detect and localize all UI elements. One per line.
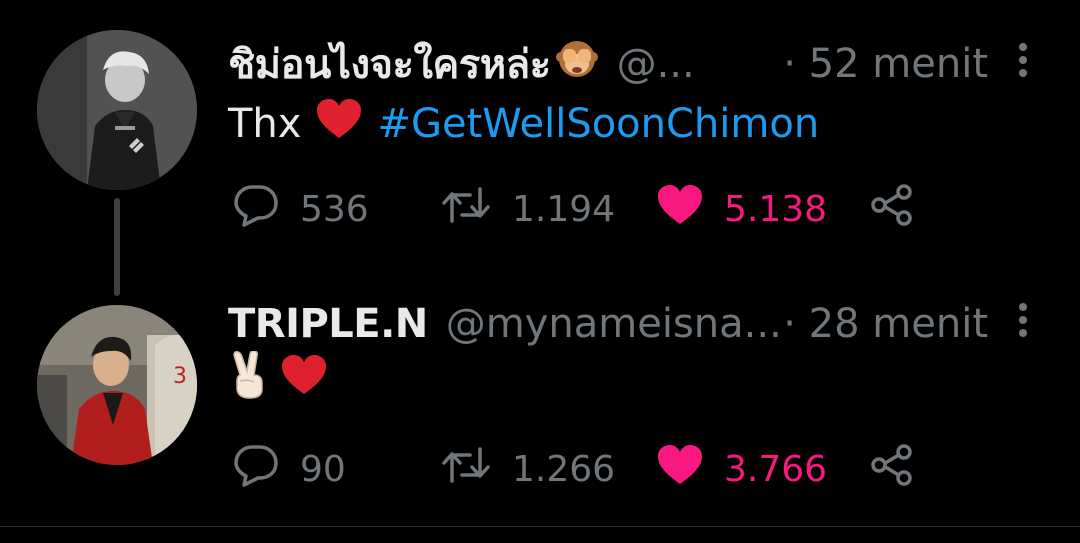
like-button[interactable]: 3.766 — [656, 444, 828, 495]
retweet-button[interactable]: 1.194 — [440, 185, 615, 233]
hashtag-link[interactable]: #GetWellSoonChimon — [377, 101, 819, 147]
tweet-text-content: Thx — [228, 101, 302, 147]
display-name[interactable]: ชิม่อนไงจะใครหล่ะ — [228, 32, 551, 96]
tweet-1[interactable]: ชิม่อนไงจะใครหล่ะ @... · 52 menit Thx #G… — [0, 0, 1080, 296]
red-heart-icon — [280, 354, 328, 406]
like-count: 3.766 — [724, 448, 828, 490]
heart-icon — [656, 444, 704, 495]
share-icon — [868, 183, 916, 236]
tweet-text: Thx #GetWellSoonChimon — [228, 98, 819, 150]
retweet-count: 1.266 — [512, 448, 616, 490]
reply-icon — [232, 183, 280, 236]
reply-icon — [232, 443, 280, 496]
handle[interactable]: @mynameisna... — [446, 301, 782, 347]
tweet-actions: 536 1.194 5.138 — [232, 183, 952, 236]
tweet-header: ชิม่อนไงจะใครหล่ะ @... · 52 menit — [228, 38, 1038, 90]
retweet-icon — [440, 183, 492, 236]
heart-icon — [656, 184, 704, 235]
share-button[interactable] — [868, 183, 916, 236]
red-heart-icon — [315, 98, 363, 150]
timestamp[interactable]: · 28 menit — [783, 301, 1038, 347]
timestamp[interactable]: · 52 menit — [783, 41, 1038, 87]
share-button[interactable] — [868, 443, 916, 496]
tweet-2[interactable]: 3 TRIPLE.N @mynameisna... · 28 menit 90 … — [0, 290, 1080, 525]
more-options-icon[interactable] — [1008, 300, 1038, 344]
reply-button[interactable]: 536 — [232, 183, 369, 236]
thread-connector-line — [114, 198, 120, 296]
retweet-count: 1.194 — [512, 188, 616, 230]
display-name[interactable]: TRIPLE.N — [228, 301, 428, 347]
handle[interactable]: @... — [617, 41, 695, 87]
reply-count: 536 — [300, 188, 369, 230]
share-icon — [868, 443, 916, 496]
avatar-chimon[interactable] — [37, 30, 197, 190]
reply-count: 90 — [300, 448, 346, 490]
victory-hand-icon — [228, 350, 272, 409]
tweet-actions: 90 1.266 3.766 — [232, 443, 952, 496]
tweet-text — [228, 350, 342, 409]
svg-text:3: 3 — [173, 364, 187, 389]
divider — [0, 526, 1080, 527]
more-options-icon[interactable] — [1008, 40, 1038, 84]
like-count: 5.138 — [724, 188, 828, 230]
retweet-icon — [440, 443, 492, 496]
see-no-evil-monkey-icon — [555, 37, 599, 91]
retweet-button[interactable]: 1.266 — [440, 445, 615, 493]
tweet-header: TRIPLE.N @mynameisna... · 28 menit — [228, 298, 1038, 350]
like-button[interactable]: 5.138 — [656, 184, 828, 235]
reply-button[interactable]: 90 — [232, 443, 346, 496]
avatar-triplen[interactable]: 3 — [37, 305, 197, 465]
